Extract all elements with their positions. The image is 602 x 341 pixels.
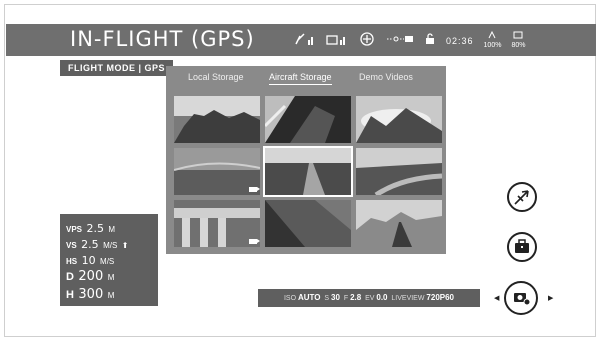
thumbnail-forest-river[interactable] xyxy=(356,148,442,195)
thumbnail-desert-road[interactable] xyxy=(356,200,442,247)
thumbnail-viaduct[interactable] xyxy=(174,200,260,247)
vision-sensor-icon xyxy=(386,33,414,48)
aircraft-battery: 100% xyxy=(483,30,502,50)
tab-local-storage[interactable]: Local Storage xyxy=(188,70,244,84)
camera-settings-icon xyxy=(514,293,531,306)
status-bar: IN-FLIGHT (GPS) 02:36 100% 80% xyxy=(6,24,596,56)
gps-signal-icon xyxy=(294,32,316,49)
tab-demo-videos[interactable]: Demo Videos xyxy=(359,70,413,84)
thumbnail-aerial-coast[interactable] xyxy=(265,96,351,143)
flight-time: 02:36 xyxy=(446,35,474,46)
lock-icon xyxy=(424,33,436,48)
aircraft-battery-icon xyxy=(489,30,496,39)
remote-battery-value: 80% xyxy=(511,42,526,49)
takeoff-button[interactable] xyxy=(507,182,537,212)
tab-aircraft-storage[interactable]: Aircraft Storage xyxy=(269,70,332,85)
aircraft-status-icon xyxy=(358,32,376,49)
page-title: IN-FLIGHT (GPS) xyxy=(70,27,255,51)
up-arrow-icon: ⬆ xyxy=(121,241,129,250)
toolbox-button[interactable] xyxy=(507,232,537,262)
aircraft-icon xyxy=(514,190,529,205)
aircraft-battery-value: 100% xyxy=(483,42,502,49)
thumbnail-road-forest[interactable] xyxy=(263,146,353,197)
gallery-tabs: Local Storage Aircraft Storage Demo Vide… xyxy=(166,68,446,88)
remote-signal-icon xyxy=(326,32,348,49)
chevron-left-icon[interactable]: ◀ xyxy=(494,294,499,302)
remote-battery-icon xyxy=(513,31,523,39)
video-icon xyxy=(249,239,260,244)
telemetry-distance: D 200 M xyxy=(66,269,115,284)
flight-mode-badge: FLIGHT MODE | GPS xyxy=(60,60,174,76)
thumbnail-plains-valley[interactable] xyxy=(174,148,260,195)
telemetry-height: H 300 M xyxy=(66,287,115,302)
camera-settings-bar[interactable]: ISO AUTO S 30 F 2.8 EV 0.0 LIVEVIEW 720P… xyxy=(258,289,480,307)
telemetry-panel: VPS 2.5 M VS 2.5 M/S ⬆ HS 10 M/S D 200 M… xyxy=(60,214,158,306)
camera-settings-button[interactable] xyxy=(504,281,538,315)
media-gallery: Local Storage Aircraft Storage Demo Vide… xyxy=(166,66,446,254)
thumbnail-desert-canyon[interactable] xyxy=(174,96,260,143)
thumbnail-cloudy-mountains[interactable] xyxy=(356,96,442,143)
thumbnail-dark-forest[interactable] xyxy=(265,200,351,247)
status-icons: 02:36 100% 80% xyxy=(294,30,525,50)
video-icon xyxy=(249,187,260,192)
remote-battery: 80% xyxy=(511,31,525,50)
briefcase-icon xyxy=(515,239,529,253)
chevron-right-icon[interactable]: ▶ xyxy=(548,294,553,302)
